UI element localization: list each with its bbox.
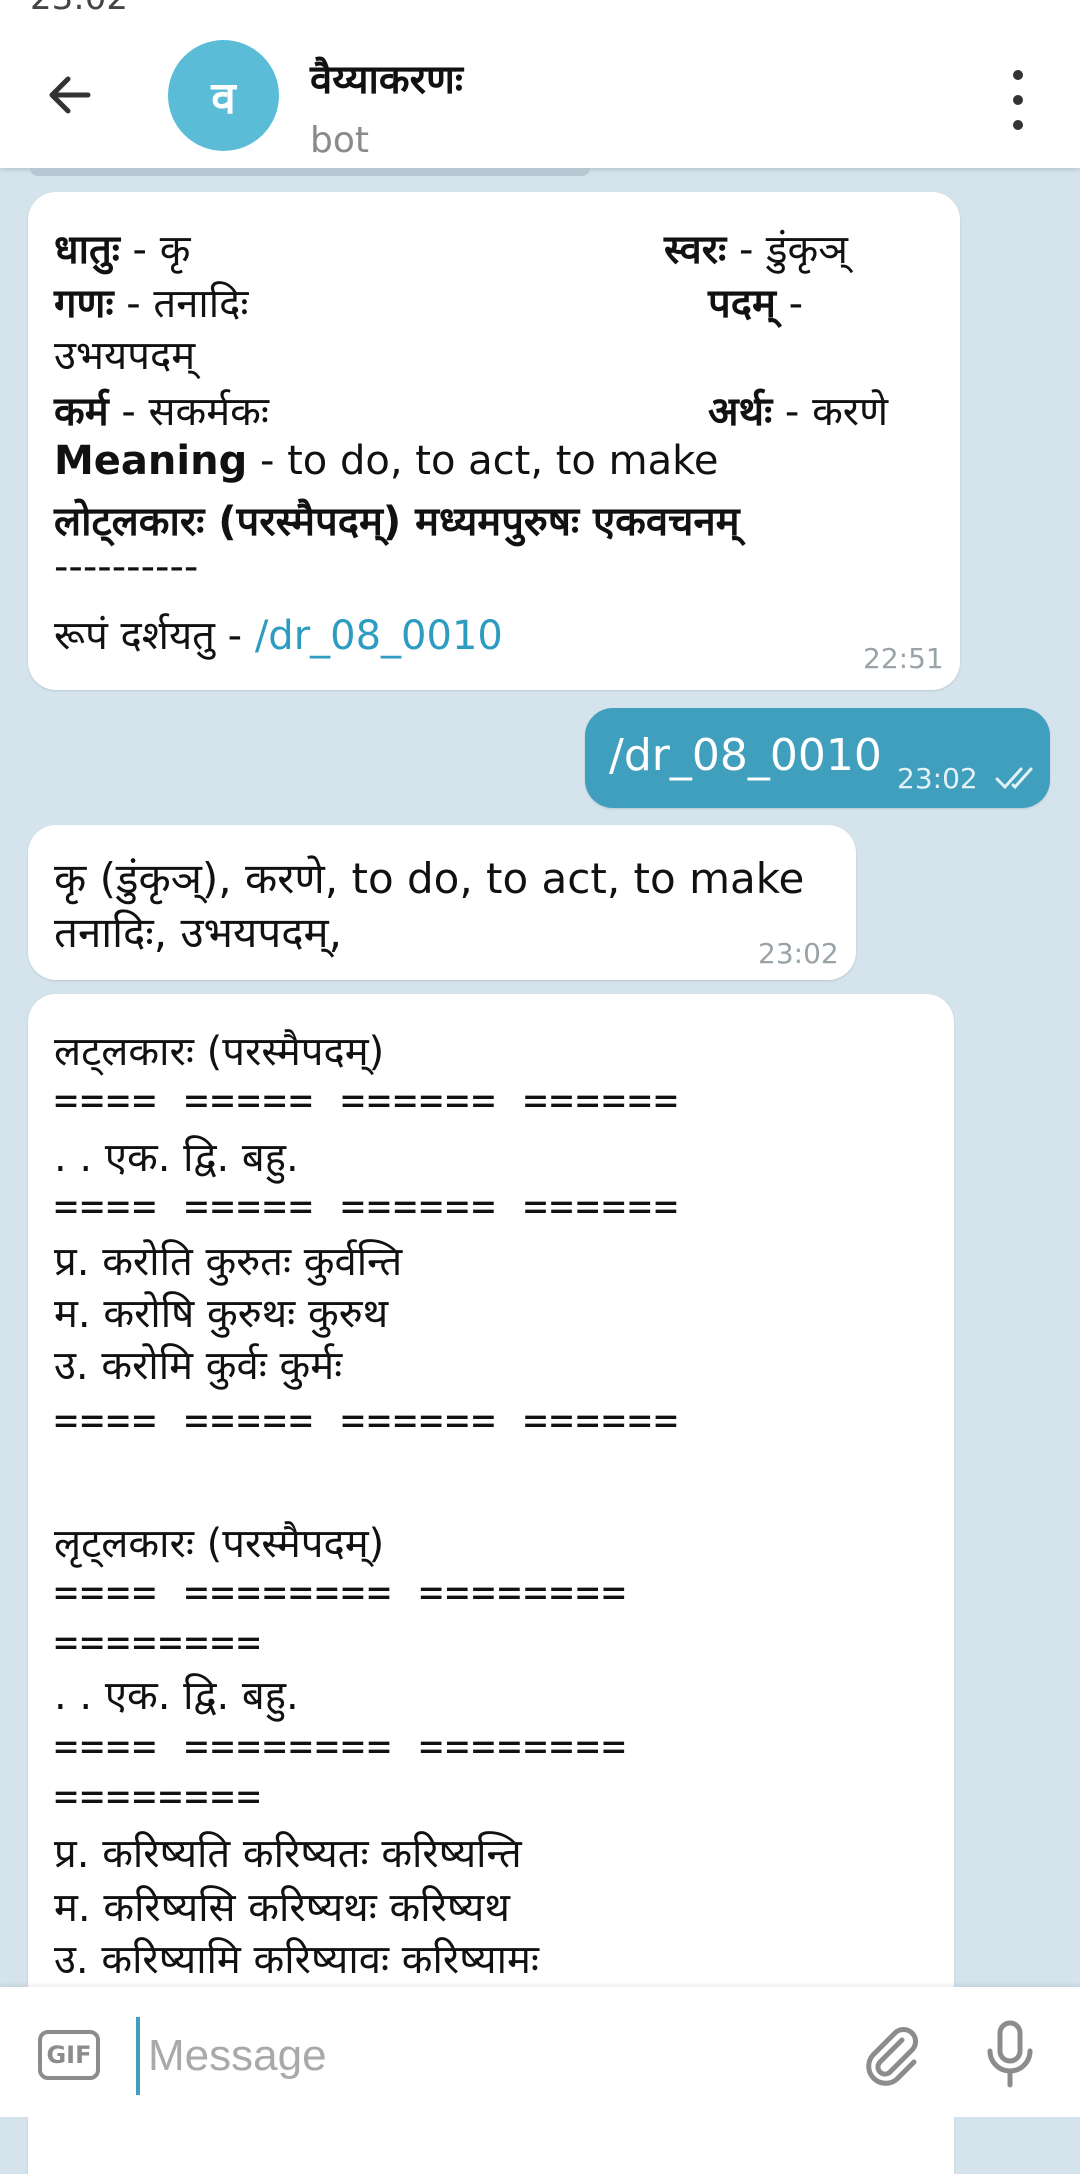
padam-line: पदम् - <box>708 281 804 327</box>
karma-line: कर्म - सकर्मकः <box>54 389 269 435</box>
previous-message-edge <box>30 168 590 176</box>
meaning-line: Meaning - to do, to act, to make <box>54 438 719 484</box>
message-time: 23:02 <box>758 937 839 970</box>
chat-title[interactable]: वैय्याकरणः <box>310 50 463 105</box>
gif-button[interactable]: GIF <box>38 2030 100 2080</box>
roop-line: रूपं दर्शयतु - /dr_08_0010 <box>54 613 503 659</box>
table-separator: ==== ===== ====== ====== <box>54 1398 680 1444</box>
lakara-line: लोट्लकारः (परस्मैपदम्) मध्यमपुरुषः एकवचन… <box>54 499 740 545</box>
table-title: लट्लकारः (परस्मैपदम्) <box>54 1029 385 1075</box>
table-separator: ==== ===== ====== ====== <box>54 1078 680 1124</box>
padam-value-line: उभयपदम् <box>54 333 196 379</box>
back-arrow-icon[interactable] <box>40 65 100 125</box>
table-row: म. करोषि कुरुथः कुरुथ <box>54 1291 389 1337</box>
table-row: म. करिष्यसि करिष्यथः करिष्यथ <box>54 1885 510 1931</box>
status-bar: 23:02 <box>0 0 1080 20</box>
message-time: 23:02 <box>897 762 978 795</box>
message-input-bar: GIF <box>0 1987 1080 2117</box>
table-row: उ. करिष्यामि करिष्यावः करिष्यामः <box>54 1937 539 1983</box>
gana-line: गणः - तनादिः <box>54 281 249 327</box>
table-separator: ==== ======== ======== <box>54 1570 628 1616</box>
command-link[interactable]: /dr_08_0010 <box>255 613 503 659</box>
table-separator: ==== ===== ====== ====== <box>54 1184 680 1230</box>
paperclip-icon[interactable] <box>860 2022 924 2086</box>
avatar[interactable]: व <box>168 40 279 151</box>
chat-subtitle: bot <box>310 120 369 161</box>
table-title: लृट्लकारः (परस्मैपदम्) <box>54 1521 385 1567</box>
status-time: 23:02 <box>30 0 128 18</box>
dashes-line: ---------- <box>54 544 199 590</box>
read-checkmarks-icon <box>995 767 1033 790</box>
table-row: प्र. करिष्यति करिष्यतः करिष्यन्ति <box>54 1831 522 1877</box>
table-header: . . एक. द्वि. बहु. <box>54 1673 299 1719</box>
table-separator: ======== <box>54 1774 263 1820</box>
table-header: . . एक. द्वि. बहु. <box>54 1135 299 1181</box>
svara-line: स्वरः - डुंकृञ् <box>664 227 848 273</box>
outgoing-text: /dr_08_0010 <box>609 730 882 781</box>
chat-header: व वैय्याकरणः bot <box>0 20 1080 168</box>
table-row: उ. करोमि कुर्वः कुर्मः <box>54 1343 343 1389</box>
incoming-message[interactable]: कृ (डुंकृञ्), करणे, to do, to act, to ma… <box>28 825 856 980</box>
message-line: कृ (डुंकृञ्), करणे, to do, to act, to ma… <box>54 854 805 903</box>
outgoing-message[interactable]: /dr_08_0010 23:02 <box>585 708 1050 808</box>
microphone-icon[interactable] <box>980 2017 1040 2091</box>
table-separator: ======== <box>54 1620 263 1666</box>
message-time: 22:51 <box>863 642 944 675</box>
incoming-message[interactable]: धातुः - कृ स्वरः - डुंकृञ् गणः - तनादिः … <box>28 192 960 690</box>
message-line: तनादिः, उभयपदम्, <box>54 908 343 957</box>
artha-line: अर्थः - करणे <box>708 389 889 435</box>
table-separator: ==== ======== ======== <box>54 1724 628 1770</box>
message-input[interactable] <box>136 2017 850 2095</box>
dhatu-line: धातुः - कृ <box>54 227 191 273</box>
more-menu-icon[interactable] <box>1000 70 1036 130</box>
table-row: प्र. करोति कुरुतः कुर्वन्ति <box>54 1239 403 1285</box>
